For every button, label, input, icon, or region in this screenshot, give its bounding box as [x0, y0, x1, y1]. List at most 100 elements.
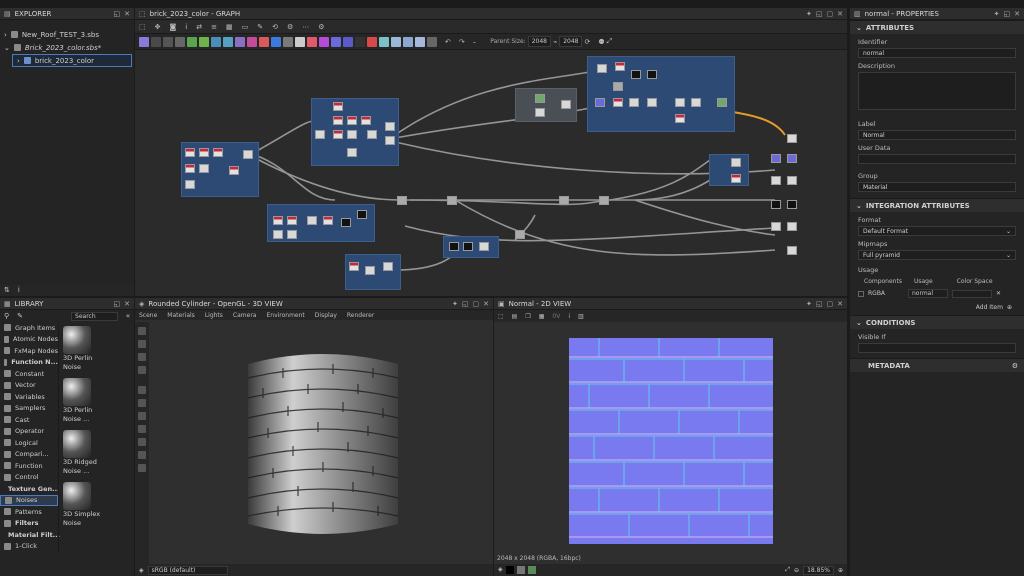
graph-node[interactable]	[397, 196, 407, 205]
ellipsis-icon[interactable]: ⋯	[302, 23, 309, 31]
metadata-section[interactable]: METADATA ⚙	[850, 358, 1024, 372]
graph-node[interactable]	[463, 242, 473, 251]
graph-node[interactable]	[333, 102, 343, 111]
usage-checkbox[interactable]	[858, 290, 864, 297]
zoom-value[interactable]: 18.85%	[803, 565, 834, 575]
node-swatch-icon[interactable]	[211, 36, 221, 47]
library-item[interactable]: Function N...	[0, 357, 58, 369]
library-item[interactable]: Samplers	[0, 403, 58, 415]
graph-node[interactable]	[535, 94, 545, 103]
graph-node[interactable]	[385, 122, 395, 131]
graph-node[interactable]	[479, 242, 489, 251]
graph-node[interactable]	[185, 148, 195, 157]
frame-icon[interactable]: ⬚	[139, 23, 146, 31]
view3d-menu-item[interactable]: Materials	[167, 312, 195, 319]
graph-node[interactable]	[631, 70, 641, 79]
library-item[interactable]: Material Filt...	[0, 529, 60, 541]
channel-select[interactable]: 0V	[552, 313, 560, 320]
expand-icon[interactable]: ⤢	[607, 37, 613, 46]
graph-node[interactable]	[449, 242, 459, 251]
graph-canvas[interactable]	[135, 50, 847, 296]
output-node[interactable]	[771, 176, 781, 185]
collapse-icon[interactable]: «	[126, 312, 130, 320]
tree-item-brick-graph[interactable]: › brick_2023_color	[12, 54, 132, 67]
pivot-icon[interactable]	[138, 451, 146, 459]
view3d-menu-item[interactable]: Display	[315, 312, 337, 319]
node-swatch-icon[interactable]	[355, 36, 365, 47]
node-swatch-icon[interactable]	[235, 36, 245, 47]
library-item[interactable]: Atomic Nodes	[0, 334, 58, 346]
connect-icon[interactable]: ⇄	[196, 23, 202, 31]
float-icon[interactable]: ◱	[114, 10, 121, 18]
graph-node[interactable]	[647, 70, 657, 79]
graph-node[interactable]	[597, 64, 607, 73]
graph-node[interactable]	[613, 98, 623, 107]
tweak-icon[interactable]: ⚉	[598, 38, 604, 46]
graph-node[interactable]	[383, 262, 393, 271]
chart-icon[interactable]	[138, 464, 146, 472]
output-node[interactable]	[787, 154, 797, 163]
filter-icon[interactable]: ⇅	[4, 286, 10, 294]
graph-node[interactable]	[447, 196, 457, 205]
visible-if-field[interactable]	[858, 343, 1016, 353]
colorspace-select[interactable]: sRGB (default)	[147, 565, 228, 575]
output-node[interactable]	[787, 134, 797, 143]
node-swatch-icon[interactable]	[175, 36, 185, 47]
environment-icon[interactable]	[138, 353, 146, 361]
output-node[interactable]	[771, 200, 781, 209]
noise-thumbnail[interactable]	[63, 378, 91, 406]
cylinder-mesh[interactable]	[243, 344, 403, 544]
node-swatch-icon[interactable]	[367, 36, 377, 47]
float-icon[interactable]: ◱	[816, 10, 823, 18]
undo-icon[interactable]: ↶	[445, 38, 451, 46]
output-node[interactable]	[771, 222, 781, 231]
library-item[interactable]: Graph Items	[0, 322, 58, 334]
conditions-section[interactable]: ⌄ CONDITIONS	[850, 315, 1024, 329]
graph-node[interactable]	[185, 164, 195, 173]
add-item-button[interactable]: Add Item	[976, 304, 1003, 311]
graph-node[interactable]	[357, 210, 367, 219]
layers-icon[interactable]	[138, 438, 146, 446]
output-node[interactable]	[771, 154, 781, 163]
output-node[interactable]	[787, 246, 797, 255]
maximize-icon[interactable]: ▢	[827, 300, 834, 308]
graph-node[interactable]	[333, 116, 343, 125]
output-node[interactable]	[787, 200, 797, 209]
graph-node[interactable]	[561, 100, 571, 109]
filter-icon[interactable]: ⚲	[4, 312, 9, 320]
info-icon[interactable]: i	[18, 286, 20, 294]
noise-thumbnail[interactable]	[63, 482, 91, 510]
frame-icon[interactable]: ⬚	[498, 313, 504, 320]
graph-node[interactable]	[199, 148, 209, 157]
node-swatch-icon[interactable]	[403, 36, 413, 47]
refresh-icon[interactable]: ⟳	[584, 38, 590, 46]
library-item[interactable]: 1-Click	[0, 541, 58, 553]
graph-node[interactable]	[731, 158, 741, 167]
node-swatch-icon[interactable]	[427, 36, 437, 47]
axis-icon[interactable]	[138, 386, 146, 394]
library-item[interactable]: Cast	[0, 414, 58, 426]
noise-thumbnail[interactable]	[63, 430, 91, 458]
node-swatch-icon[interactable]	[391, 36, 401, 47]
graph-node[interactable]	[361, 116, 371, 125]
graph-node[interactable]	[213, 148, 223, 157]
node-swatch-icon[interactable]	[271, 36, 281, 47]
screenshot-icon[interactable]: ◙	[170, 23, 177, 31]
bg-image-button[interactable]	[527, 566, 536, 574]
close-icon[interactable]: ✕	[837, 300, 843, 308]
cube-icon[interactable]	[138, 412, 146, 420]
fit-icon[interactable]: ⤢	[785, 566, 790, 574]
zoom-out-icon[interactable]: ⊖	[794, 567, 799, 574]
normal-map-image[interactable]	[569, 338, 773, 544]
view3d-menu-item[interactable]: Scene	[139, 312, 157, 319]
float-icon[interactable]: ◱	[1004, 10, 1011, 18]
graph-node[interactable]	[333, 130, 343, 139]
library-item[interactable]: Compari...	[0, 449, 58, 461]
library-item[interactable]: Operator	[0, 426, 58, 438]
bg-gray-button[interactable]	[516, 566, 525, 574]
library-item[interactable]: Texture Gen...	[0, 483, 60, 495]
save-icon[interactable]: ▤	[512, 313, 518, 320]
camera-icon[interactable]	[138, 327, 146, 335]
grid-icon[interactable]: ▦	[226, 23, 233, 31]
library-item[interactable]: Logical	[0, 437, 58, 449]
